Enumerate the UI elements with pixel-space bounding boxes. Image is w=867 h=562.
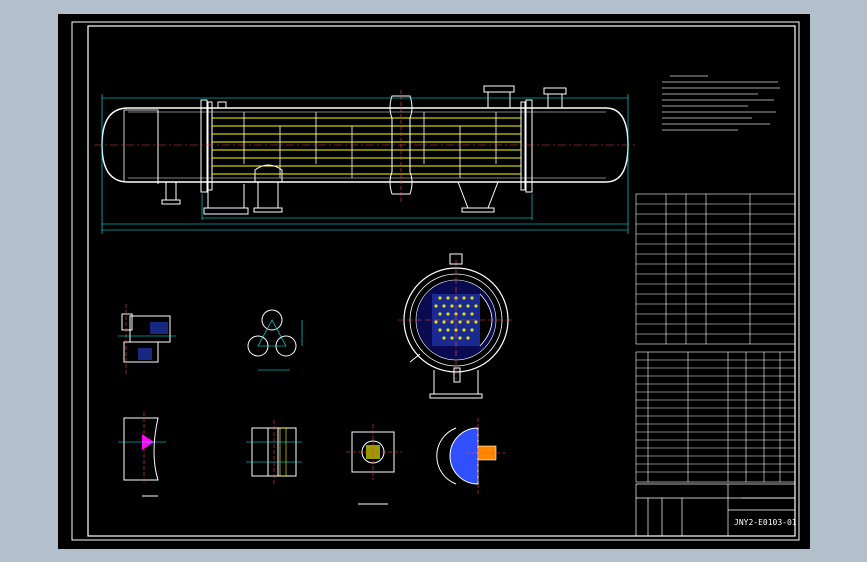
detail-tube-pitch <box>247 309 303 371</box>
cad-canvas[interactable]: JNY2-E0103-01 <box>58 14 810 549</box>
technical-notes <box>662 75 780 131</box>
inner-frame <box>87 25 796 537</box>
drawing-number: JNY2-E0103-01 <box>734 518 797 527</box>
drawing-sheet: JNY2-E0103-01 <box>58 14 810 549</box>
parts-list-table <box>635 351 796 483</box>
heat-exchanger-elevation <box>94 85 638 234</box>
detail-bolt-section <box>436 418 508 494</box>
cross-section-view <box>398 253 514 399</box>
detail-tube-joint <box>246 420 302 484</box>
design-data-table <box>635 193 796 345</box>
detail-flange-nut <box>346 424 402 505</box>
title-block <box>635 483 796 537</box>
detail-weld-profile <box>118 412 166 497</box>
detail-bolted-joint <box>118 304 176 376</box>
